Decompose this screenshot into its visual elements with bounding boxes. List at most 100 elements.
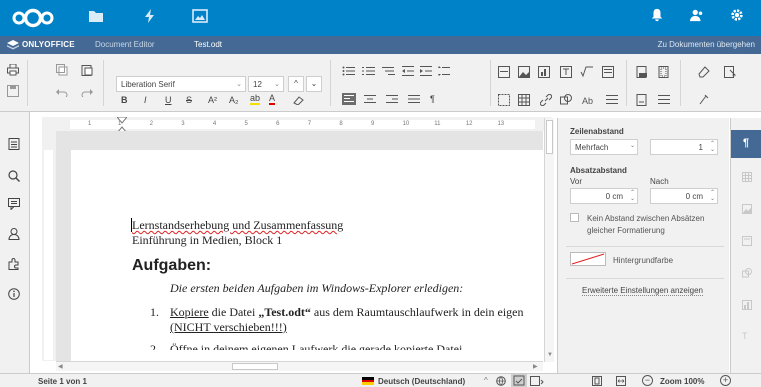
decrease-font-button[interactable]: ⌄ — [306, 76, 322, 92]
chart-settings-icon[interactable] — [742, 300, 752, 310]
about-icon[interactable] — [8, 288, 20, 300]
eraser-icon[interactable] — [698, 66, 712, 78]
language-selector[interactable]: Deutsch (Deutschland) — [378, 377, 465, 386]
line-spacing-icon[interactable] — [438, 66, 452, 78]
subscript-button[interactable]: A₂ — [229, 95, 239, 105]
space-before-input[interactable]: 0 cm ⌃ ⌄ — [570, 188, 638, 204]
no-space-checkbox[interactable] — [570, 213, 579, 222]
files-icon[interactable] — [88, 8, 108, 28]
contacts-icon[interactable] — [690, 8, 710, 28]
save-icon[interactable] — [7, 85, 21, 97]
horizontal-scrollbar[interactable]: ◀ ▶ — [56, 361, 543, 371]
align-center-icon[interactable] — [364, 94, 378, 106]
users-icon[interactable] — [8, 228, 20, 240]
italic-button[interactable]: I — [144, 95, 147, 105]
spinner-icon[interactable]: ⌃ ⌄ — [630, 190, 635, 202]
nextcloud-logo[interactable] — [12, 8, 54, 28]
align-right-icon[interactable] — [386, 94, 400, 106]
page-size-icon[interactable] — [636, 66, 650, 78]
scrollbar-thumb[interactable] — [232, 363, 278, 370]
spellcheck-button[interactable] — [511, 374, 527, 387]
underline-button[interactable]: U — [165, 95, 172, 105]
advanced-settings-link[interactable]: Erweiterte Einstellungen anzeigen — [582, 286, 703, 296]
increase-font-button[interactable]: ^ — [288, 76, 304, 92]
zoom-out-button[interactable]: − — [642, 375, 653, 386]
highlight-button[interactable]: ab — [250, 93, 261, 105]
undo-icon[interactable] — [56, 87, 70, 99]
text-art-icon[interactable]: Ab — [582, 94, 596, 106]
spinner-icon[interactable]: ⌃ ⌄ — [710, 141, 715, 153]
paste-icon[interactable] — [81, 64, 95, 76]
font-family-select[interactable]: Liberation Serif ⌄ — [116, 76, 246, 92]
clear-style-icon[interactable] — [292, 95, 306, 107]
orientation-icon[interactable] — [636, 94, 650, 106]
line-spacing-value-input[interactable]: 1 ⌃ ⌄ — [650, 139, 718, 155]
pilcrow-button[interactable]: ¶ — [430, 94, 435, 104]
doc-line-title: Lernstandserhebung und Zusammenfassung — [132, 218, 344, 232]
page-counter[interactable]: Seite 1 von 1 — [38, 377, 87, 386]
hyperlink-icon[interactable] — [540, 94, 554, 106]
strikethrough-button[interactable]: S — [186, 95, 192, 105]
table-settings-icon[interactable] — [742, 172, 752, 182]
line-numbers-icon[interactable] — [658, 94, 672, 106]
chevron-up-icon[interactable]: ^ — [484, 376, 488, 385]
increase-indent-icon[interactable] — [420, 66, 434, 78]
bold-button[interactable]: B — [121, 95, 128, 105]
document-content[interactable]: Lernstandserhebung und Zusammenfassung E… — [131, 218, 544, 350]
print-icon[interactable] — [7, 64, 21, 76]
text-art-settings-icon[interactable]: T — [742, 330, 752, 340]
numbering-icon[interactable] — [362, 66, 376, 78]
redo-icon[interactable] — [81, 87, 95, 99]
spinner-icon[interactable]: ⌃ ⌄ — [710, 190, 715, 202]
plugins-icon[interactable] — [8, 258, 20, 270]
vertical-scrollbar[interactable]: ▼ — [544, 118, 554, 362]
ruler-tick-label: 3 — [181, 121, 185, 127]
globe-icon[interactable] — [496, 376, 506, 386]
scroll-left-icon[interactable]: ◀ — [58, 363, 63, 370]
copy-style-icon[interactable] — [698, 94, 712, 106]
notifications-icon[interactable] — [650, 8, 670, 28]
file-menu-icon[interactable] — [8, 138, 20, 150]
margins-icon[interactable] — [658, 66, 672, 78]
fit-page-icon[interactable] — [592, 376, 602, 386]
dropcap-icon[interactable] — [606, 94, 620, 106]
superscript-button[interactable]: A² — [208, 95, 217, 105]
insert-table-icon[interactable] — [518, 94, 532, 106]
scrollbar-thumb[interactable] — [546, 120, 553, 154]
decrease-indent-icon[interactable] — [402, 66, 416, 78]
header-footer-settings-icon[interactable] — [742, 236, 752, 246]
insert-image-icon[interactable] — [518, 66, 532, 78]
multilevel-list-icon[interactable] — [382, 66, 396, 78]
columns-icon[interactable] — [602, 66, 616, 78]
gallery-icon[interactable] — [192, 8, 212, 28]
settings-icon[interactable] — [730, 8, 750, 28]
scroll-right-icon[interactable]: ▶ — [533, 363, 538, 370]
insert-equation-icon[interactable] — [580, 66, 594, 78]
fit-width-icon[interactable] — [616, 376, 626, 386]
insert-textbox-icon[interactable] — [560, 66, 574, 78]
scroll-down-icon[interactable]: ▼ — [547, 352, 553, 358]
bullets-icon[interactable] — [342, 66, 356, 78]
zoom-in-button[interactable]: + — [720, 375, 731, 386]
font-color-button[interactable]: A — [269, 93, 276, 105]
space-after-input[interactable]: 0 cm ⌃ ⌄ — [650, 188, 718, 204]
search-icon[interactable] — [8, 170, 20, 182]
track-changes-icon[interactable] — [530, 376, 544, 386]
align-left-icon[interactable] — [342, 93, 356, 105]
header-footer-icon[interactable] — [498, 94, 512, 106]
insert-shape-icon[interactable] — [560, 94, 574, 106]
activity-icon[interactable] — [142, 8, 162, 28]
font-size-select[interactable]: 12 ⌄ — [248, 76, 284, 92]
line-spacing-mode-select[interactable]: Mehrfach ⌄ — [570, 139, 638, 155]
shape-settings-icon[interactable] — [742, 268, 752, 278]
page-break-icon[interactable] — [498, 66, 512, 78]
select-all-icon[interactable] — [724, 66, 738, 78]
image-settings-icon[interactable] — [742, 204, 752, 214]
comments-icon[interactable] — [8, 198, 20, 210]
copy-icon[interactable] — [56, 64, 70, 76]
goto-documents-link[interactable]: Zu Dokumenten übergehen — [658, 40, 755, 49]
insert-chart-icon[interactable] — [538, 66, 552, 78]
background-color-swatch[interactable] — [570, 252, 606, 266]
tab-paragraph-settings[interactable]: ¶ — [731, 130, 761, 158]
justify-icon[interactable] — [408, 94, 422, 106]
